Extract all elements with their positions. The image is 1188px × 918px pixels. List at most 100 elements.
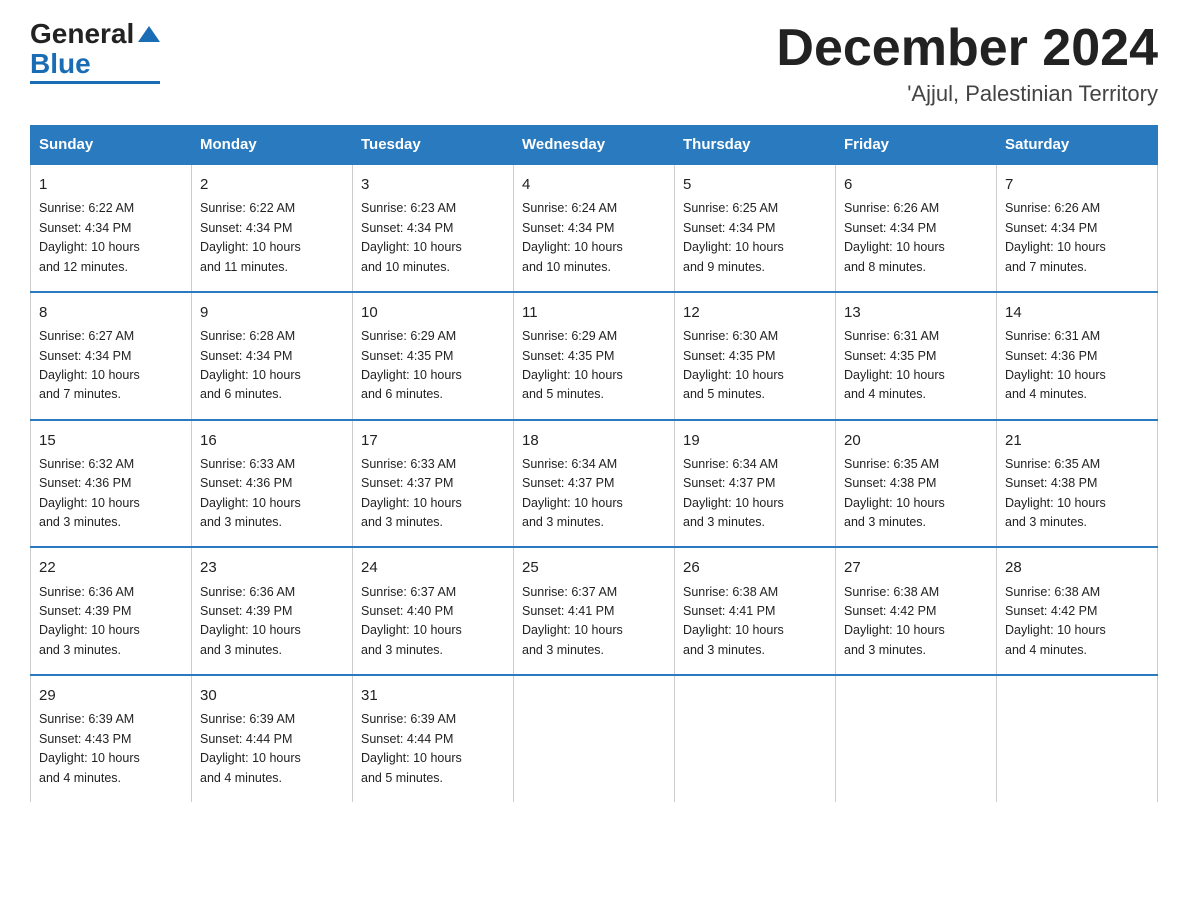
- calendar-cell: 19 Sunrise: 6:34 AMSunset: 4:37 PMDayligh…: [675, 420, 836, 548]
- day-number: 27: [844, 556, 988, 579]
- calendar-cell: 20 Sunrise: 6:35 AMSunset: 4:38 PMDayligh…: [836, 420, 997, 548]
- calendar-cell: 23Sunrise: 6:36 AMSunset: 4:39 PMDayligh…: [192, 547, 353, 675]
- sunrise-info: Sunrise: 6:31 AMSunset: 4:35 PMDaylight:…: [844, 329, 945, 401]
- sunrise-info: Sunrise: 6:23 AMSunset: 4:34 PMDaylight:…: [361, 201, 462, 273]
- sunrise-info: Sunrise: 6:25 AMSunset: 4:34 PMDaylight:…: [683, 201, 784, 273]
- sunrise-info: Sunrise: 6:26 AMSunset: 4:34 PMDaylight:…: [844, 201, 945, 273]
- day-number: 16: [200, 429, 344, 452]
- sunrise-info: Sunrise: 6:34 AMSunset: 4:37 PMDaylight:…: [683, 457, 784, 529]
- calendar-cell: 1Sunrise: 6:22 AMSunset: 4:34 PMDaylight…: [31, 164, 192, 292]
- sunrise-info: Sunrise: 6:31 AMSunset: 4:36 PMDaylight:…: [1005, 329, 1106, 401]
- day-number: 21: [1005, 429, 1149, 452]
- calendar-cell: 28Sunrise: 6:38 AMSunset: 4:42 PMDayligh…: [997, 547, 1158, 675]
- sunrise-info: Sunrise: 6:28 AMSunset: 4:34 PMDaylight:…: [200, 329, 301, 401]
- day-number: 2: [200, 173, 344, 196]
- month-title: December 2024: [776, 20, 1158, 77]
- logo-blue-text: Blue: [30, 50, 91, 78]
- day-of-week-sunday: Sunday: [31, 126, 192, 165]
- day-number: 17: [361, 429, 505, 452]
- calendar-cell: 31 Sunrise: 6:39 AMSunset: 4:44 PMDayligh…: [353, 675, 514, 802]
- calendar-cell: 11 Sunrise: 6:29 AMSunset: 4:35 PMDayligh…: [514, 292, 675, 420]
- day-number: 25: [522, 556, 666, 579]
- day-number: 18: [522, 429, 666, 452]
- calendar-week-3: 15 Sunrise: 6:32 AMSunset: 4:36 PMDayligh…: [31, 420, 1158, 548]
- day-number: 5: [683, 173, 827, 196]
- day-number: 12: [683, 301, 827, 324]
- sunrise-info: Sunrise: 6:26 AMSunset: 4:34 PMDaylight:…: [1005, 201, 1106, 273]
- sunrise-info: Sunrise: 6:35 AMSunset: 4:38 PMDaylight:…: [844, 457, 945, 529]
- calendar-cell: 8 Sunrise: 6:27 AMSunset: 4:34 PMDaylight…: [31, 292, 192, 420]
- calendar-week-1: 1Sunrise: 6:22 AMSunset: 4:34 PMDaylight…: [31, 164, 1158, 292]
- day-of-week-saturday: Saturday: [997, 126, 1158, 165]
- calendar-cell: 2 Sunrise: 6:22 AMSunset: 4:34 PMDaylight…: [192, 164, 353, 292]
- calendar-cell: 3Sunrise: 6:23 AMSunset: 4:34 PMDaylight…: [353, 164, 514, 292]
- sunrise-info: Sunrise: 6:36 AMSunset: 4:39 PMDaylight:…: [200, 585, 301, 657]
- calendar-cell: 24 Sunrise: 6:37 AMSunset: 4:40 PMDayligh…: [353, 547, 514, 675]
- calendar-cell: 12Sunrise: 6:30 AMSunset: 4:35 PMDayligh…: [675, 292, 836, 420]
- day-number: 14: [1005, 301, 1149, 324]
- calendar-cell: 10 Sunrise: 6:29 AMSunset: 4:35 PMDayligh…: [353, 292, 514, 420]
- sunrise-info: Sunrise: 6:33 AMSunset: 4:37 PMDaylight:…: [361, 457, 462, 529]
- title-block: December 2024 'Ajjul, Palestinian Territ…: [776, 20, 1158, 107]
- day-number: 8: [39, 301, 183, 324]
- calendar-week-4: 22 Sunrise: 6:36 AMSunset: 4:39 PMDayligh…: [31, 547, 1158, 675]
- sunrise-info: Sunrise: 6:29 AMSunset: 4:35 PMDaylight:…: [361, 329, 462, 401]
- calendar-cell: 4Sunrise: 6:24 AMSunset: 4:34 PMDaylight…: [514, 164, 675, 292]
- sunrise-info: Sunrise: 6:37 AMSunset: 4:40 PMDaylight:…: [361, 585, 462, 657]
- calendar-cell: 7 Sunrise: 6:26 AMSunset: 4:34 PMDaylight…: [997, 164, 1158, 292]
- calendar-week-5: 29 Sunrise: 6:39 AMSunset: 4:43 PMDayligh…: [31, 675, 1158, 802]
- calendar-cell: 21 Sunrise: 6:35 AMSunset: 4:38 PMDayligh…: [997, 420, 1158, 548]
- day-number: 7: [1005, 173, 1149, 196]
- day-number: 10: [361, 301, 505, 324]
- day-number: 28: [1005, 556, 1149, 579]
- calendar-cell: 29 Sunrise: 6:39 AMSunset: 4:43 PMDayligh…: [31, 675, 192, 802]
- sunrise-info: Sunrise: 6:36 AMSunset: 4:39 PMDaylight:…: [39, 585, 140, 657]
- sunrise-info: Sunrise: 6:22 AMSunset: 4:34 PMDaylight:…: [39, 201, 140, 273]
- sunrise-info: Sunrise: 6:34 AMSunset: 4:37 PMDaylight:…: [522, 457, 623, 529]
- day-number: 6: [844, 173, 988, 196]
- day-number: 19: [683, 429, 827, 452]
- sunrise-info: Sunrise: 6:38 AMSunset: 4:42 PMDaylight:…: [844, 585, 945, 657]
- calendar-table: SundayMondayTuesdayWednesdayThursdayFrid…: [30, 125, 1158, 802]
- day-number: 24: [361, 556, 505, 579]
- day-number: 29: [39, 684, 183, 707]
- logo-triangle-icon: [138, 26, 160, 42]
- day-number: 26: [683, 556, 827, 579]
- sunrise-info: Sunrise: 6:29 AMSunset: 4:35 PMDaylight:…: [522, 329, 623, 401]
- day-number: 22: [39, 556, 183, 579]
- sunrise-info: Sunrise: 6:35 AMSunset: 4:38 PMDaylight:…: [1005, 457, 1106, 529]
- sunrise-info: Sunrise: 6:39 AMSunset: 4:44 PMDaylight:…: [200, 712, 301, 784]
- calendar-cell: 13 Sunrise: 6:31 AMSunset: 4:35 PMDayligh…: [836, 292, 997, 420]
- calendar-cell: 9 Sunrise: 6:28 AMSunset: 4:34 PMDaylight…: [192, 292, 353, 420]
- calendar-cell: [514, 675, 675, 802]
- day-number: 31: [361, 684, 505, 707]
- calendar-cell: [836, 675, 997, 802]
- sunrise-info: Sunrise: 6:27 AMSunset: 4:34 PMDaylight:…: [39, 329, 140, 401]
- page-header: General Blue December 2024 'Ajjul, Pales…: [30, 20, 1158, 107]
- calendar-cell: 30 Sunrise: 6:39 AMSunset: 4:44 PMDayligh…: [192, 675, 353, 802]
- day-of-week-tuesday: Tuesday: [353, 126, 514, 165]
- day-number: 9: [200, 301, 344, 324]
- day-number: 13: [844, 301, 988, 324]
- calendar-cell: 6 Sunrise: 6:26 AMSunset: 4:34 PMDaylight…: [836, 164, 997, 292]
- calendar-cell: 17 Sunrise: 6:33 AMSunset: 4:37 PMDayligh…: [353, 420, 514, 548]
- day-of-week-wednesday: Wednesday: [514, 126, 675, 165]
- day-of-week-header-row: SundayMondayTuesdayWednesdayThursdayFrid…: [31, 126, 1158, 165]
- calendar-cell: 22 Sunrise: 6:36 AMSunset: 4:39 PMDayligh…: [31, 547, 192, 675]
- calendar-cell: [997, 675, 1158, 802]
- day-number: 11: [522, 301, 666, 324]
- sunrise-info: Sunrise: 6:22 AMSunset: 4:34 PMDaylight:…: [200, 201, 301, 273]
- day-number: 15: [39, 429, 183, 452]
- sunrise-info: Sunrise: 6:33 AMSunset: 4:36 PMDaylight:…: [200, 457, 301, 529]
- day-number: 30: [200, 684, 344, 707]
- sunrise-info: Sunrise: 6:39 AMSunset: 4:44 PMDaylight:…: [361, 712, 462, 784]
- day-number: 20: [844, 429, 988, 452]
- sunrise-info: Sunrise: 6:24 AMSunset: 4:34 PMDaylight:…: [522, 201, 623, 273]
- day-of-week-monday: Monday: [192, 126, 353, 165]
- sunrise-info: Sunrise: 6:39 AMSunset: 4:43 PMDaylight:…: [39, 712, 140, 784]
- calendar-cell: 14 Sunrise: 6:31 AMSunset: 4:36 PMDayligh…: [997, 292, 1158, 420]
- calendar-cell: 26Sunrise: 6:38 AMSunset: 4:41 PMDayligh…: [675, 547, 836, 675]
- calendar-cell: 18 Sunrise: 6:34 AMSunset: 4:37 PMDayligh…: [514, 420, 675, 548]
- calendar-week-2: 8 Sunrise: 6:27 AMSunset: 4:34 PMDaylight…: [31, 292, 1158, 420]
- sunrise-info: Sunrise: 6:32 AMSunset: 4:36 PMDaylight:…: [39, 457, 140, 529]
